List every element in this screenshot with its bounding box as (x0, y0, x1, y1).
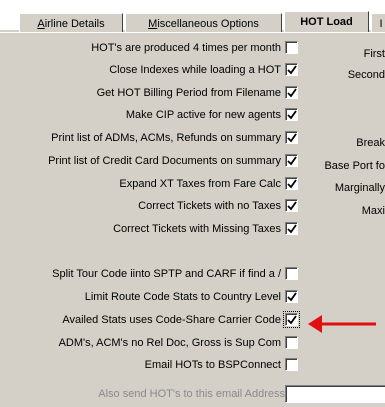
checkmark-icon (287, 201, 297, 211)
checkmark-icon (287, 65, 297, 75)
checkmark-icon (287, 88, 297, 98)
right-label-second: Second (347, 69, 385, 81)
option-label: Get HOT Billing Period from Filename (96, 87, 281, 99)
option-label: Close Indexes while loading a HOT (109, 64, 281, 76)
email-address-label: Also send HOT's to this email Address (98, 388, 285, 400)
option-checkbox[interactable] (285, 154, 298, 167)
option-label: Email HOTs to BSPConnect (144, 359, 281, 371)
tab-label-mnemonic: M (148, 18, 158, 30)
checkmark-icon (287, 110, 297, 120)
option-label: Print list of Credit Card Documents on s… (48, 155, 281, 167)
checkmark-icon (287, 179, 297, 189)
right-label-base-port: Base Port fo (324, 160, 385, 172)
option-checkbox[interactable] (285, 177, 298, 190)
option-checkbox[interactable] (285, 290, 298, 303)
tab-strip: Airline Details Miscellaneous Options HO… (0, 0, 385, 33)
email-address-input[interactable] (285, 385, 385, 403)
option-row: Limit Route Code Stats to Country Level (0, 288, 385, 306)
option-label: Correct Tickets with Missing Taxes (113, 223, 281, 235)
tab-label: I (379, 18, 383, 30)
option-checkbox[interactable] (285, 267, 298, 280)
email-row: Also send HOT's to this email Address (0, 385, 285, 403)
red-arrow-annotation (308, 315, 376, 333)
tab-label-mnemonic: A (37, 18, 45, 30)
arrow-head (308, 315, 322, 333)
checkmark-icon (287, 292, 297, 302)
option-row: Split Tour Code iinto SPTP and CARF if f… (0, 265, 385, 283)
checkmark-icon (287, 156, 297, 166)
right-label-break: Break (356, 137, 385, 149)
option-checkbox[interactable] (285, 222, 298, 235)
option-row: Correct Tickets with Missing Taxes (0, 220, 385, 238)
option-row: Close Indexes while loading a HOT (0, 61, 385, 79)
hot-load-options-window: Airline Details Miscellaneous Options HO… (0, 0, 385, 407)
option-row: ADM's, ACM's no Rel Doc, Gross is Sup Co… (0, 334, 385, 352)
right-label-first: First (363, 48, 385, 60)
checkmark-icon (287, 315, 297, 325)
tab-airline-details[interactable]: Airline Details (19, 13, 123, 33)
checkmark-icon (287, 224, 297, 234)
option-row: Correct Tickets with no Taxes (0, 197, 385, 215)
tab-hot-load[interactable]: HOT Load (284, 11, 369, 32)
option-checkbox[interactable] (285, 86, 298, 99)
option-checkbox[interactable] (285, 199, 298, 212)
option-row: Email HOTs to BSPConnect (0, 356, 385, 374)
tab-panel-edge (0, 32, 385, 33)
option-row: Print list of ADMs, ACMs, Refunds on sum… (0, 129, 385, 147)
option-row: Expand XT Taxes from Fare Calc (0, 175, 385, 193)
option-label: HOT's are produced 4 times per month (91, 42, 281, 54)
option-row: Get HOT Billing Period from Filename (0, 84, 385, 102)
option-row: HOT's are produced 4 times per month (0, 39, 385, 57)
option-checkbox[interactable] (285, 108, 298, 121)
option-row: Make CIP active for new agents (0, 106, 385, 124)
option-checkbox[interactable] (285, 131, 298, 144)
tab-miscellaneous-options[interactable]: Miscellaneous Options (125, 13, 282, 33)
option-checkbox[interactable] (285, 358, 298, 371)
checkmark-icon (287, 133, 297, 143)
option-label: Split Tour Code iinto SPTP and CARF if f… (52, 268, 281, 280)
option-label: ADM's, ACM's no Rel Doc, Gross is Sup Co… (58, 337, 281, 349)
option-checkbox[interactable] (285, 41, 298, 54)
option-label: Availed Stats uses Code-Share Carrier Co… (62, 314, 281, 326)
option-label: Correct Tickets with no Taxes (138, 200, 281, 212)
option-label: Limit Route Code Stats to Country Level (84, 291, 281, 303)
option-label: Expand XT Taxes from Fare Calc (119, 178, 281, 190)
option-checkbox[interactable] (285, 336, 298, 349)
tab-label-part: iscellaneous Options (157, 18, 259, 30)
option-label: Print list of ADMs, ACMs, Refunds on sum… (51, 132, 281, 144)
tab-label-part: irline Details (44, 18, 105, 30)
option-checkbox[interactable] (285, 63, 298, 76)
option-checkbox[interactable] (283, 311, 300, 328)
tab-next-clipped[interactable]: I (371, 13, 385, 33)
right-label-marginally: Marginally (334, 182, 385, 194)
tab-label: HOT Load (300, 16, 353, 28)
right-label-maxi: Maxi (361, 205, 385, 217)
option-label: Make CIP active for new agents (125, 109, 281, 121)
